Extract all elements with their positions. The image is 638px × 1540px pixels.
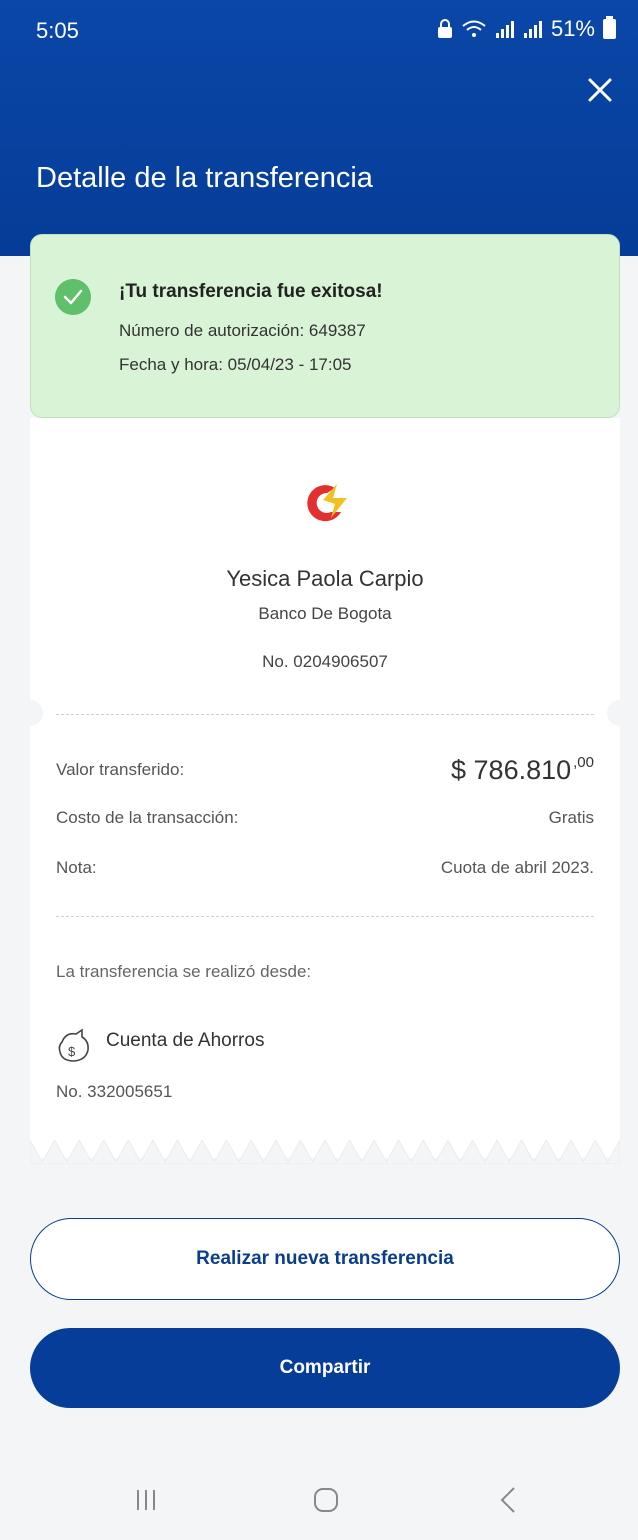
wifi-icon — [462, 20, 486, 37]
home-button[interactable] — [296, 1470, 356, 1530]
close-icon[interactable] — [582, 72, 618, 108]
lock-icon — [437, 19, 452, 38]
new-transfer-button[interactable]: Realizar nueva transferencia — [30, 1218, 620, 1300]
note-value: Cuota de abril 2023. — [440, 858, 594, 877]
piggy-bank-icon: $ — [58, 1028, 89, 1062]
back-button[interactable] — [478, 1470, 538, 1530]
recent-apps-button[interactable] — [116, 1470, 176, 1530]
receipt-card: Yesica Paola Carpio Banco De Bogota No. … — [17, 418, 633, 1164]
receipt-notch-right — [607, 700, 633, 726]
cost-value: Gratis — [548, 808, 594, 827]
bank-logo-icon — [307, 484, 347, 522]
transfer-datetime: Fecha y hora: 05/04/23 - 17:05 — [119, 355, 352, 374]
source-account-number: No. 332005651 — [56, 1082, 173, 1101]
success-title: ¡Tu transferencia fue exitosa! — [119, 281, 383, 302]
status-indicators: 51% — [437, 16, 616, 42]
source-label: La transferencia se realizó desde: — [56, 962, 312, 981]
amount-main: $ 786.810 — [451, 755, 572, 785]
recipient-account: No. 0204906507 — [262, 652, 388, 671]
status-bar: 5:05 51% — [0, 0, 638, 60]
check-icon — [55, 279, 91, 315]
note-label: Nota: — [56, 858, 97, 877]
divider — [56, 714, 594, 715]
recipient-name: Yesica Paola Carpio — [226, 566, 424, 591]
page-title: Detalle de la transferencia — [36, 162, 373, 194]
battery-percentage: 51% — [550, 16, 595, 41]
authorization-number: Número de autorización: 649387 — [119, 321, 366, 340]
signal-icon — [495, 21, 514, 38]
recipient-bank: Banco De Bogota — [258, 604, 392, 623]
cost-label: Costo de la transacción: — [56, 808, 239, 827]
recent-apps-icon — [137, 1490, 155, 1510]
share-button[interactable]: Compartir — [30, 1328, 620, 1408]
amount-cents: ,00 — [573, 754, 594, 771]
divider — [56, 916, 594, 917]
system-nav-bar — [0, 1460, 638, 1540]
amount-value: $ 786.810,00 — [451, 754, 594, 786]
receipt-notch-left — [17, 700, 43, 726]
source-account-type: Cuenta de Ahorros — [106, 1030, 265, 1051]
status-time: 5:05 — [36, 18, 79, 43]
home-icon — [314, 1488, 338, 1512]
signal-icon-2 — [523, 21, 542, 38]
battery-icon — [603, 16, 616, 39]
amount-label: Valor transferido: — [56, 760, 185, 779]
back-icon — [500, 1487, 515, 1513]
receipt-edge — [30, 1140, 620, 1164]
success-banner: ¡Tu transferencia fue exitosa! Número de… — [30, 234, 620, 418]
svg-text:$: $ — [68, 1044, 76, 1059]
